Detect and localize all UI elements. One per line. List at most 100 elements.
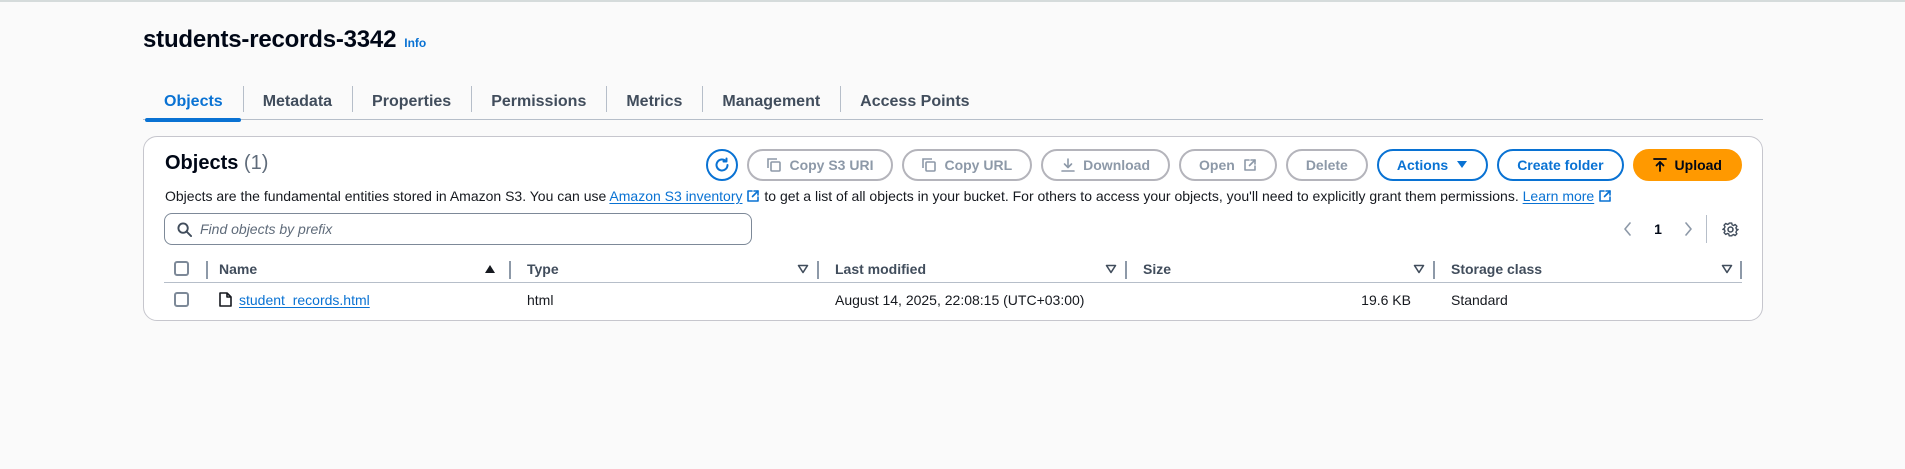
sort-caret-icon [797,264,809,274]
copy-url-label: Copy URL [944,157,1013,173]
tab-access-points[interactable]: Access Points [840,84,989,120]
sort-caret-icon [1105,264,1117,274]
file-icon [219,292,232,307]
actions-label: Actions [1396,157,1449,173]
object-size-cell: 19.6 KB [1361,291,1411,308]
column-header-type[interactable]: Type [527,255,817,282]
sort-ascending-icon [484,264,496,274]
objects-count: (1) [243,152,269,174]
column-header-label: Size [1143,260,1172,277]
actions-dropdown-button[interactable]: Actions [1376,149,1489,181]
tab-properties[interactable]: Properties [352,84,471,120]
row-select-cell [174,283,189,316]
s3-inventory-link[interactable]: Amazon S3 inventory [609,188,742,204]
column-separator[interactable] [817,261,819,279]
next-page-button[interactable] [1677,217,1699,241]
copy-s3-uri-button[interactable]: Copy S3 URI [747,149,894,181]
info-link[interactable]: Info [404,36,426,50]
previous-page-button[interactable] [1617,217,1639,241]
open-button[interactable]: Open [1179,149,1277,181]
table-header: Name Type Last modified Size Storage cla… [164,255,1742,283]
tab-label: Permissions [491,93,587,110]
upload-button[interactable]: Upload [1632,149,1742,181]
search-icon [177,221,192,237]
object-storage-class-cell: Standard [1451,291,1508,308]
sort-caret-icon [1721,264,1733,274]
column-header-storage-class[interactable]: Storage class [1451,255,1741,282]
page-title: students-records-3342 [143,26,397,53]
caret-down-icon [1457,161,1468,168]
bucket-tabs: Objects Metadata Properties Permissions … [143,84,1763,122]
tab-label: Management [722,93,821,110]
external-link-icon [1244,159,1256,171]
download-button[interactable]: Download [1041,149,1171,181]
objects-title: Objects [165,152,239,174]
external-link-icon [747,190,760,202]
tab-metadata[interactable]: Metadata [242,84,352,120]
column-header-label: Last modified [835,260,927,277]
tab-label: Properties [372,93,452,110]
tab-objects[interactable]: Objects [143,84,243,122]
learn-more-link[interactable]: Learn more [1523,188,1595,204]
objects-description: Objects are the fundamental entities sto… [165,188,1612,204]
chevron-left-icon [1624,222,1631,236]
objects-heading: Objects (1) [165,152,268,175]
column-separator[interactable] [1740,261,1742,279]
column-header-size[interactable]: Size [1143,255,1433,282]
gear-icon [1721,221,1739,237]
chevron-right-icon [1685,222,1692,236]
objects-container: Objects (1) Copy S3 URI Copy URL Downloa… [143,136,1763,321]
search-box [164,213,752,245]
tab-metrics[interactable]: Metrics [606,84,702,120]
copy-url-button[interactable]: Copy URL [902,149,1033,181]
copy-s3-uri-label: Copy S3 URI [789,157,874,173]
objects-table: Name Type Last modified Size Storage cla… [164,255,1742,316]
object-name-link[interactable]: student_records.html [239,292,370,308]
column-header-label: Name [219,260,258,277]
sort-caret-icon [1413,264,1425,274]
upload-label: Upload [1674,157,1722,173]
create-folder-button[interactable]: Create folder [1497,149,1624,181]
open-label: Open [1199,157,1235,173]
select-all-checkbox[interactable] [174,261,189,276]
create-folder-label: Create folder [1517,157,1604,173]
download-label: Download [1083,157,1151,173]
select-all-cell [174,255,189,282]
tab-permissions[interactable]: Permissions [471,84,606,120]
pagination-divider [1706,215,1707,243]
tab-label: Access Points [860,93,970,110]
tab-label: Metadata [262,93,333,110]
column-separator[interactable] [1433,261,1435,279]
tab-management[interactable]: Management [702,84,840,120]
column-separator [206,261,208,279]
column-header-label: Storage class [1451,260,1543,277]
row-checkbox[interactable] [174,292,189,307]
download-icon [1061,158,1075,172]
tab-label: Objects [164,93,223,110]
tab-label: Metrics [626,93,683,110]
description-text: to get a list of all objects in your buc… [760,188,1523,204]
table-settings-button[interactable] [1718,217,1742,241]
page-header: students-records-3342 Info [143,26,426,54]
search-input[interactable] [200,221,740,237]
column-header-name[interactable]: Name [219,255,514,282]
object-type-cell: html [527,291,554,308]
column-header-last-modified[interactable]: Last modified [835,255,1125,282]
top-divider [0,0,1905,2]
column-separator[interactable] [509,261,511,279]
current-page-number[interactable]: 1 [1649,221,1667,237]
copy-icon [767,158,782,172]
delete-label: Delete [1305,157,1348,173]
refresh-button[interactable] [706,149,739,181]
refresh-icon [715,157,729,172]
upload-icon [1652,158,1667,172]
external-link-icon [1599,190,1612,202]
table-row: student_records.html html August 14, 202… [164,283,1742,316]
description-text: Objects are the fundamental entities sto… [165,188,610,204]
object-last-modified-cell: August 14, 2025, 22:08:15 (UTC+03:00) [835,291,1085,308]
column-header-label: Type [527,260,559,277]
object-name-cell: student_records.html [219,283,370,316]
delete-button[interactable]: Delete [1285,149,1368,181]
column-separator[interactable] [1125,261,1127,279]
pagination: 1 [1617,217,1699,241]
